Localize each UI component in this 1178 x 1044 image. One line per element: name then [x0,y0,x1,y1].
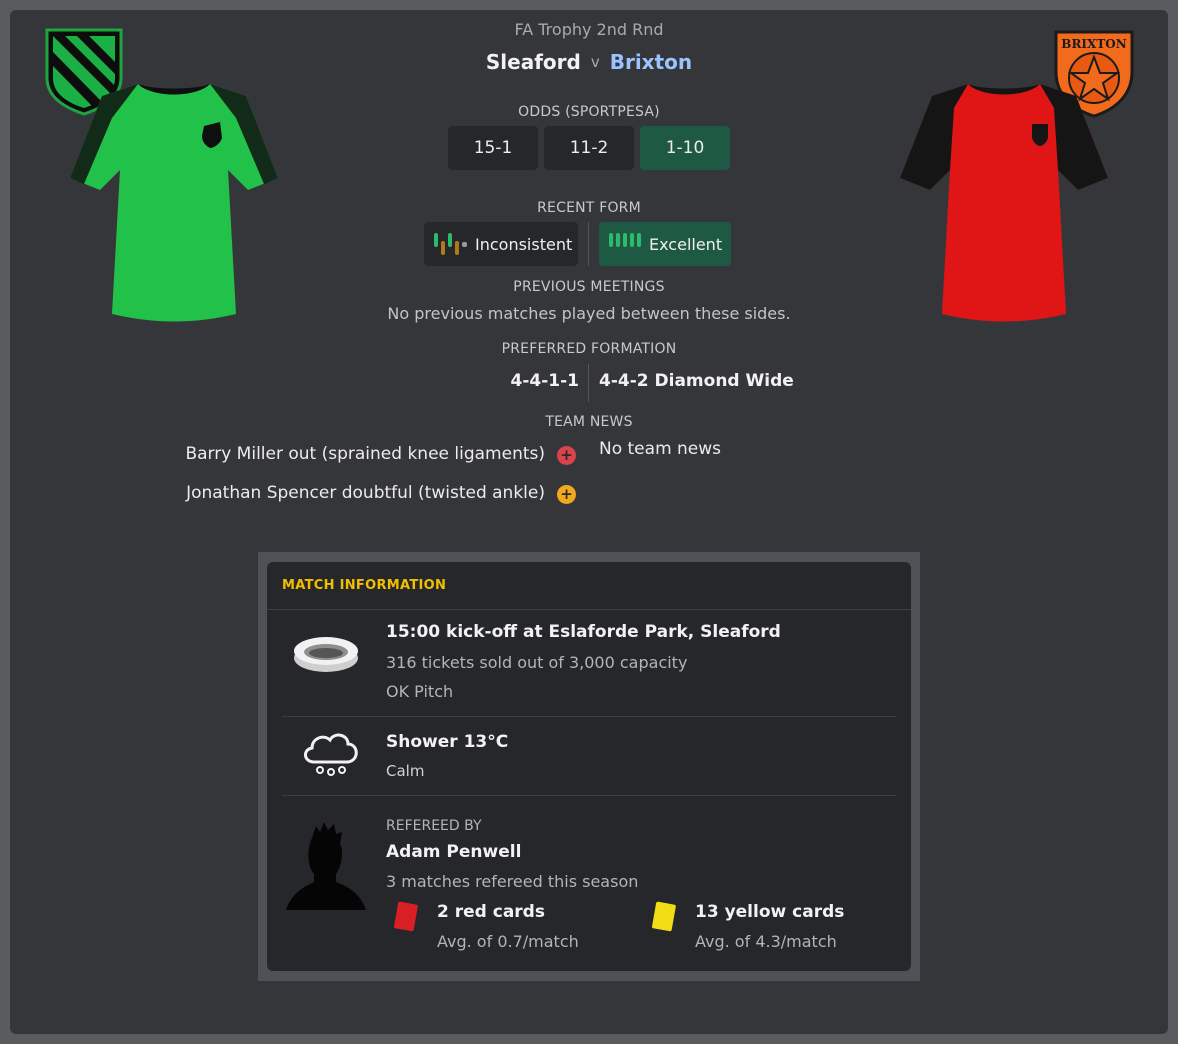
venue-tickets: 316 tickets sold out of 3,000 capacity [386,653,688,672]
competition-round: FA Trophy 2nd Rnd [514,20,664,39]
red-card-icon [394,901,418,932]
versus-label: v [590,53,600,71]
home-form-badge[interactable]: Inconsistent [424,222,578,266]
yellow-cards-average: Avg. of 4.3/match [695,932,837,951]
away-team-link[interactable]: Brixton [610,50,692,74]
injury-out-icon: + [557,446,576,465]
odds-home-button[interactable]: 15-1 [448,126,538,170]
yellow-card-icon [652,901,676,932]
divider [282,795,896,796]
venue-kickoff[interactable]: 15:00 kick-off at Eslaforde Park, Sleafo… [386,622,781,642]
preferred-formation-label: PREFERRED FORMATION [501,341,677,357]
referee-matches: 3 matches refereed this season [386,872,639,891]
weather-wind: Calm [386,762,425,780]
away-badge-text: BRIXTON [1061,37,1126,51]
home-formation: 4-4-1-1 [510,371,579,391]
form-bars-icon [609,233,641,255]
odds-away-button[interactable]: 1-10 [640,126,730,170]
away-form-badge[interactable]: Excellent [599,222,731,266]
previous-meetings-text: No previous matches played between these… [387,304,791,323]
home-form-text: Inconsistent [475,234,573,254]
yellow-cards-count: 13 yellow cards [695,902,845,922]
weather-shower-icon [304,733,358,776]
away-form-text: Excellent [649,234,723,254]
team-news-item[interactable]: Jonathan Spencer doubtful (twisted ankle… [186,483,545,503]
referee-avatar[interactable] [284,820,368,912]
away-formation: 4-4-2 Diamond Wide [599,371,794,391]
divider [282,716,896,717]
team-news-label: TEAM NEWS [545,414,633,430]
odds-draw-button[interactable]: 11-2 [544,126,634,170]
fixture-title: Sleaford v Brixton [0,50,1178,74]
odds-label: ODDS (SPORTPESA) [518,104,660,120]
previous-meetings-label: PREVIOUS MEETINGS [513,279,665,295]
injury-doubt-icon: + [557,485,576,504]
recent-form-label: RECENT FORM [537,200,641,216]
stadium-icon [294,637,358,672]
referee-name[interactable]: Adam Penwell [386,842,521,862]
form-bars-icon [434,233,467,255]
referee-label: REFEREED BY [386,818,482,834]
red-cards-average: Avg. of 0.7/match [437,932,579,951]
red-cards-count: 2 red cards [437,902,545,922]
away-team-news: No team news [599,439,722,459]
weather-condition: Shower 13°C [386,732,509,752]
match-information-title: MATCH INFORMATION [282,578,447,593]
form-divider [588,222,589,266]
home-team-link[interactable]: Sleaford [486,50,581,74]
formation-divider [588,364,589,402]
team-news-item[interactable]: Barry Miller out (sprained knee ligament… [185,444,545,464]
venue-pitch: OK Pitch [386,682,454,701]
